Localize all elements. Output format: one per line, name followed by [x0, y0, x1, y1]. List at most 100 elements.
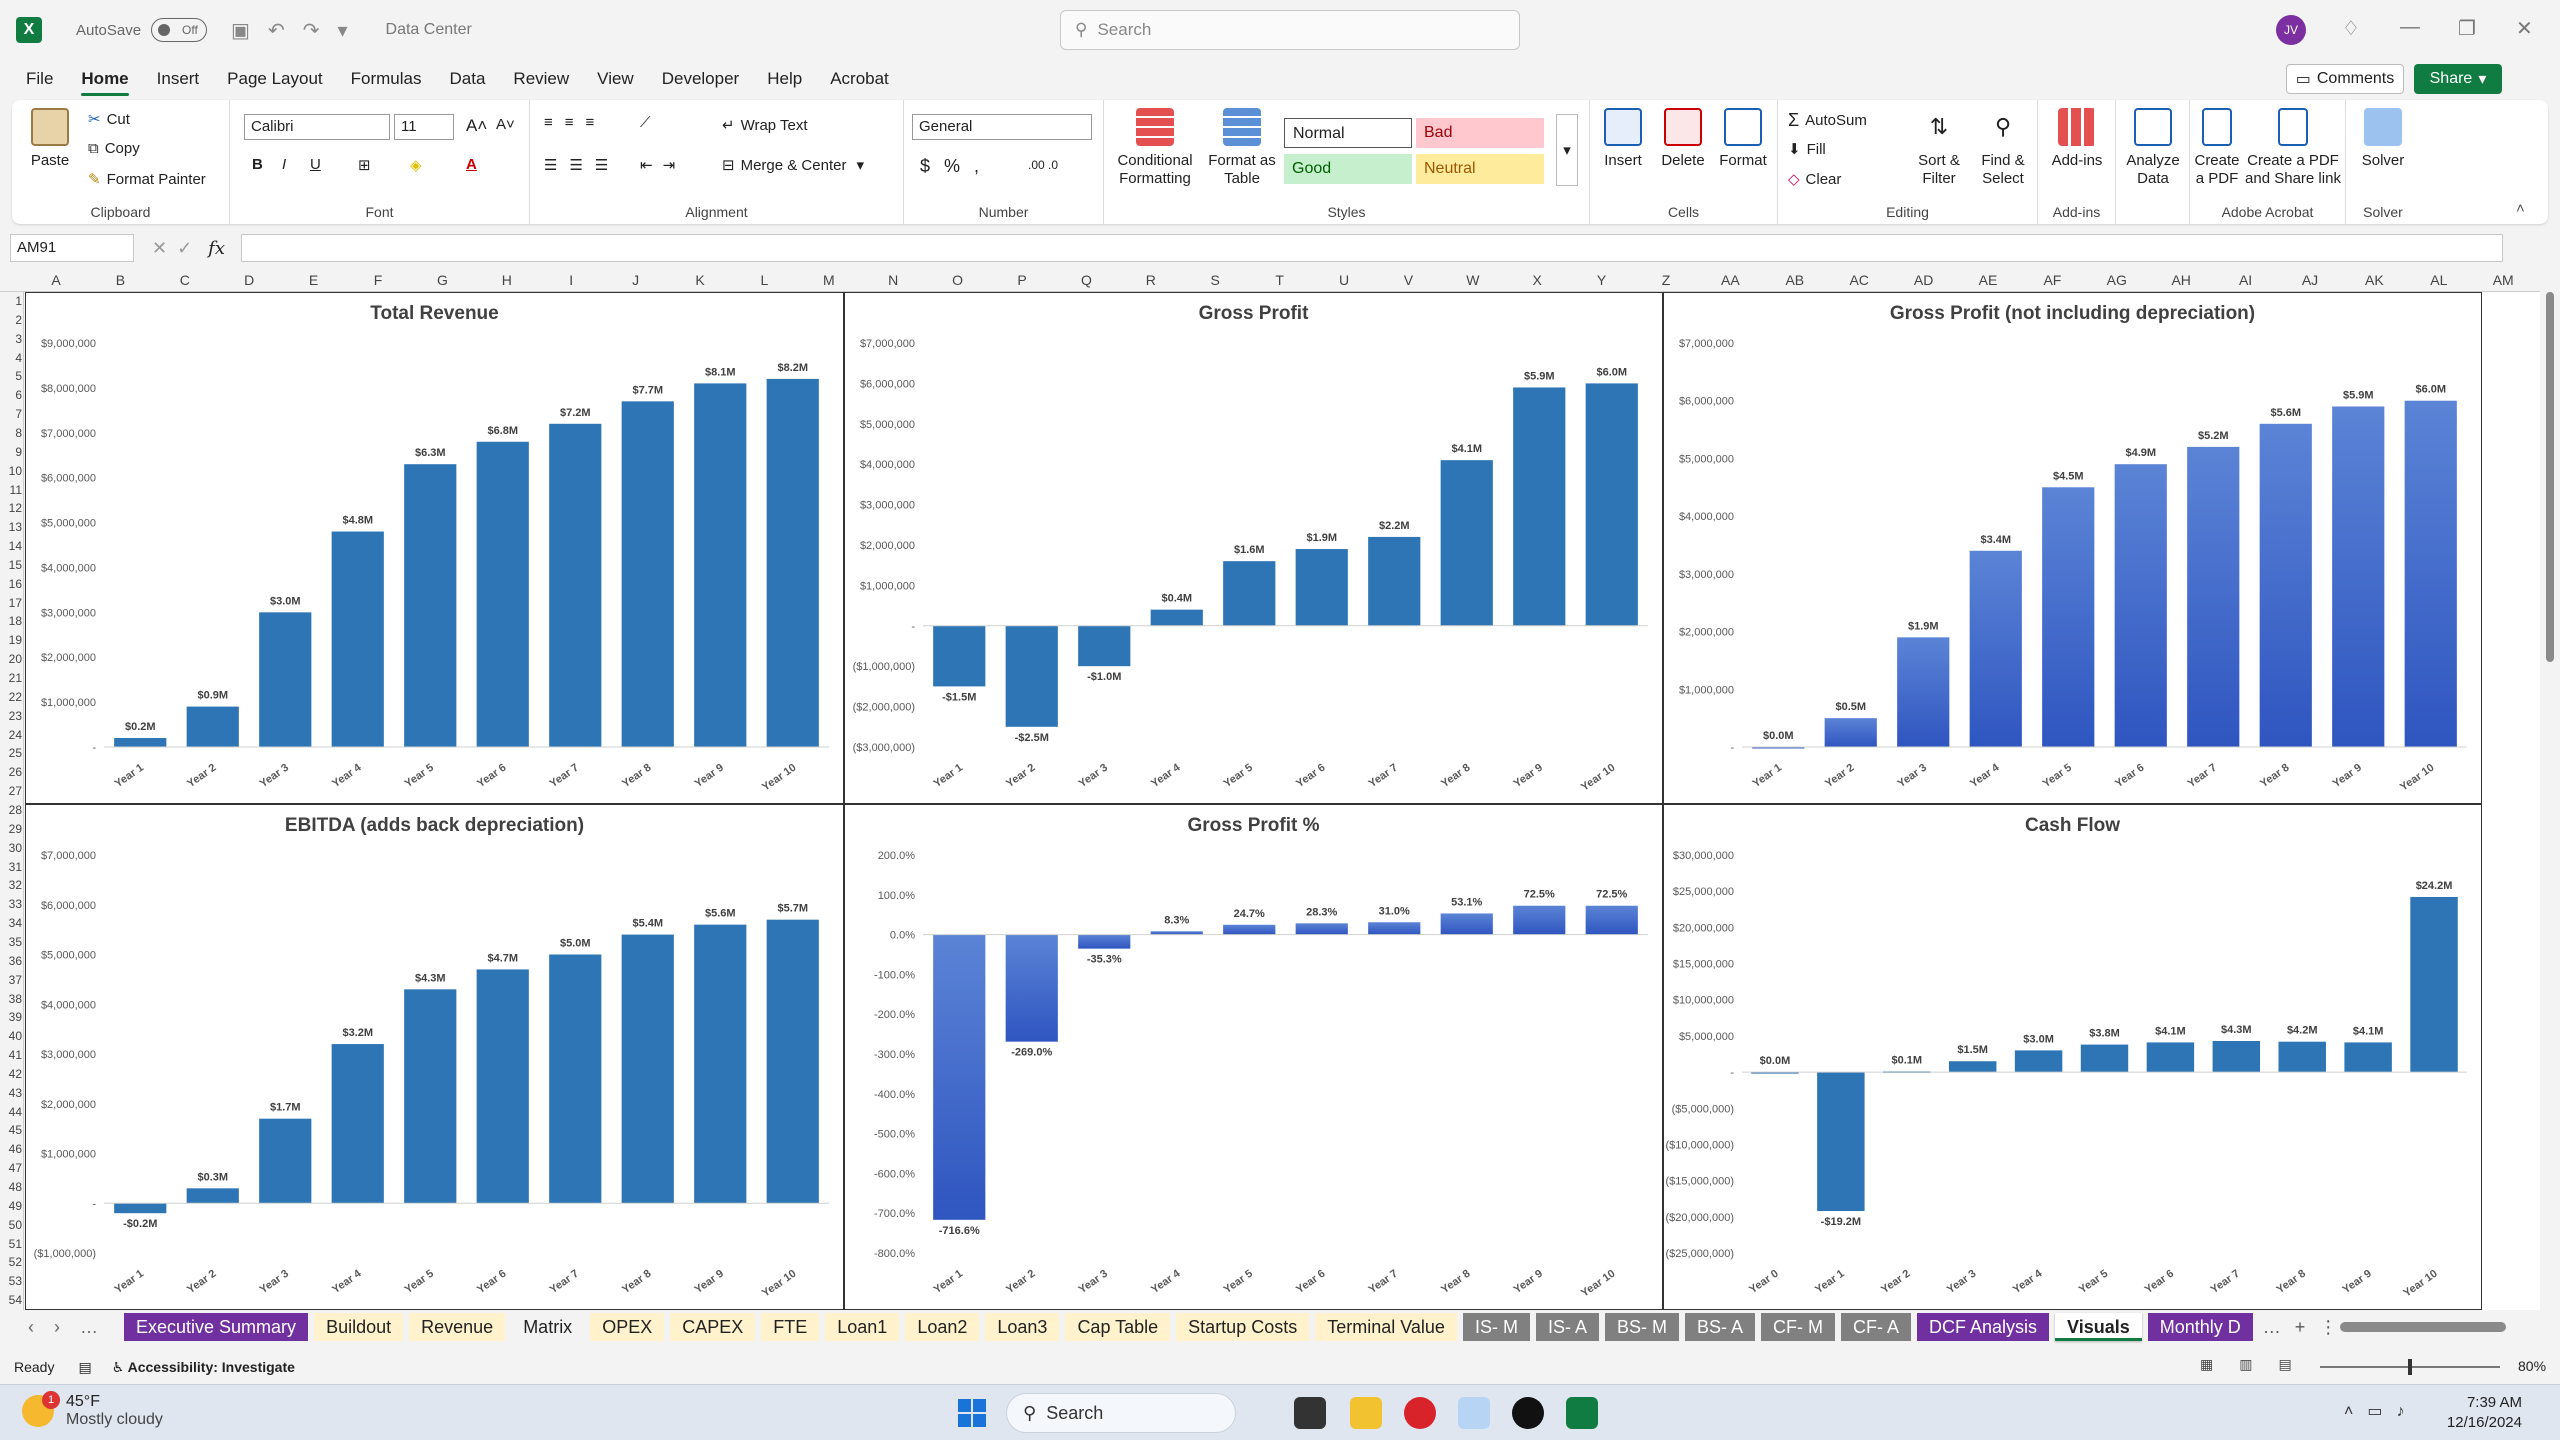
row-header[interactable]: 31: [0, 860, 22, 874]
chart-bar[interactable]: [1005, 934, 1058, 1042]
chart-bar[interactable]: [766, 919, 819, 1204]
chart-bar[interactable]: [2259, 423, 2312, 747]
row-header[interactable]: 32: [0, 878, 22, 892]
column-header[interactable]: G: [422, 272, 462, 288]
wrap-text-button[interactable]: ↵ Wrap Text: [722, 116, 808, 135]
sheet-tab[interactable]: FTE: [761, 1313, 820, 1341]
chart-bar[interactable]: [1295, 923, 1348, 935]
chart-bar[interactable]: [549, 954, 602, 1204]
font-name-select[interactable]: Calibri: [244, 114, 390, 140]
chart-bar[interactable]: [933, 625, 986, 687]
restore-icon[interactable]: ❐: [2458, 16, 2476, 41]
column-header[interactable]: I: [551, 272, 591, 288]
column-header[interactable]: AM: [2483, 272, 2523, 288]
weather-widget[interactable]: 1 45°F Mostly cloudy: [22, 1391, 163, 1429]
column-header[interactable]: F: [358, 272, 398, 288]
underline-icon[interactable]: U: [310, 156, 321, 173]
row-header[interactable]: 39: [0, 1010, 22, 1024]
macro-icon[interactable]: ▤: [78, 1359, 91, 1376]
row-header[interactable]: 13: [0, 520, 22, 534]
row-header[interactable]: 20: [0, 652, 22, 666]
chart-bar[interactable]: [2042, 487, 2095, 747]
paste-button[interactable]: Paste: [22, 108, 78, 170]
row-header[interactable]: 14: [0, 539, 22, 553]
column-header[interactable]: AF: [2032, 272, 2072, 288]
tab-review[interactable]: Review: [499, 62, 583, 96]
worksheet[interactable]: Total Revenue - $1,000,000 $2,000,000 $3,000…: [25, 292, 2540, 1310]
close-icon[interactable]: ✕: [2516, 16, 2533, 41]
chart-bar[interactable]: [2404, 400, 2457, 747]
chart-bar[interactable]: [1078, 625, 1131, 667]
format-button[interactable]: Format: [1714, 108, 1772, 170]
decimal-icons[interactable]: .00 .0: [1028, 158, 1058, 172]
document-name[interactable]: Data Center: [386, 21, 472, 39]
cut-button[interactable]: ✂ Cut: [88, 110, 130, 129]
sheet-tab[interactable]: BS- M: [1604, 1313, 1679, 1341]
avatar[interactable]: JV: [2276, 15, 2306, 45]
column-header[interactable]: N: [873, 272, 913, 288]
chart-bar[interactable]: [766, 378, 819, 747]
italic-icon[interactable]: I: [282, 156, 286, 173]
column-header[interactable]: AJ: [2290, 272, 2330, 288]
style-normal[interactable]: Normal: [1284, 118, 1412, 148]
view-mode-icons[interactable]: ▦▥▤: [2200, 1356, 2318, 1373]
chart-bar[interactable]: [404, 464, 457, 747]
column-header[interactable]: P: [1002, 272, 1042, 288]
chart-bar[interactable]: [476, 441, 529, 747]
addins-button[interactable]: Add-ins: [2044, 108, 2110, 170]
borders-icon[interactable]: ⊞: [358, 156, 371, 174]
column-header[interactable]: AI: [2226, 272, 2266, 288]
sheet-tab[interactable]: Buildout: [314, 1313, 404, 1341]
chart-bar[interactable]: [1513, 905, 1566, 935]
row-header[interactable]: 43: [0, 1086, 22, 1100]
chart-bar[interactable]: [1440, 460, 1493, 626]
upwork-icon[interactable]: [1512, 1397, 1544, 1429]
row-header[interactable]: 27: [0, 784, 22, 798]
copy-button[interactable]: ⧉ Copy: [88, 140, 140, 157]
lightbulb-icon[interactable]: ♢: [2342, 16, 2360, 41]
row-header[interactable]: 30: [0, 841, 22, 855]
save-icon[interactable]: ▣: [231, 20, 268, 42]
chart-bar[interactable]: [1368, 922, 1421, 935]
snipping-tool-icon[interactable]: [1458, 1397, 1490, 1429]
sheet-tab[interactable]: Startup Costs: [1176, 1313, 1310, 1341]
tab-file[interactable]: File: [12, 62, 67, 96]
chart-bar[interactable]: [1824, 718, 1877, 747]
tab-view[interactable]: View: [583, 62, 648, 96]
row-header[interactable]: 22: [0, 690, 22, 704]
tab-insert[interactable]: Insert: [143, 62, 214, 96]
zoom-slider-handle[interactable]: [2408, 1359, 2412, 1375]
chart-bar[interactable]: [1513, 387, 1566, 626]
accessibility-status[interactable]: ♿ Accessibility: Investigate: [112, 1359, 295, 1376]
row-header[interactable]: 6: [0, 388, 22, 402]
comments-button[interactable]: ▭ Comments: [2286, 64, 2404, 94]
column-header[interactable]: AE: [1968, 272, 2008, 288]
scroll-thumb[interactable]: [2546, 292, 2554, 662]
sheet-tab[interactable]: CF- A: [1841, 1313, 1912, 1341]
tab-page-layout[interactable]: Page Layout: [213, 62, 336, 96]
sheet-tab[interactable]: Revenue: [409, 1313, 506, 1341]
analyze-data-button[interactable]: Analyze Data: [2120, 108, 2186, 188]
orientation-icon[interactable]: ⟋: [640, 114, 651, 131]
chart-cash-flow[interactable]: Cash Flow ($25,000,000) ($20,000,000) ($15,…: [1663, 804, 2482, 1310]
column-header[interactable]: D: [229, 272, 269, 288]
clear-button[interactable]: ◇ Clear: [1788, 170, 1841, 189]
styles-more-icon[interactable]: ▾: [1556, 114, 1578, 186]
chart-bar[interactable]: [186, 1188, 239, 1204]
style-good[interactable]: Good: [1284, 154, 1412, 184]
chart-bar[interactable]: [1295, 549, 1348, 626]
chart-total-revenue[interactable]: Total Revenue - $1,000,000 $2,000,000 $3,000…: [25, 292, 844, 804]
chart-bar[interactable]: [1368, 536, 1421, 626]
find-select-button[interactable]: ⚲ Find & Select: [1972, 108, 2034, 188]
column-header[interactable]: AL: [2419, 272, 2459, 288]
column-header[interactable]: AK: [2354, 272, 2394, 288]
search-box[interactable]: ⚲ Search: [1060, 10, 1520, 50]
font-size-select[interactable]: 11: [394, 114, 454, 140]
column-header[interactable]: O: [938, 272, 978, 288]
row-header[interactable]: 50: [0, 1218, 22, 1232]
row-header[interactable]: 49: [0, 1199, 22, 1213]
column-header[interactable]: Z: [1646, 272, 1686, 288]
column-header[interactable]: L: [744, 272, 784, 288]
row-header[interactable]: 42: [0, 1067, 22, 1081]
format-painter-button[interactable]: ✎ Format Painter: [88, 170, 206, 189]
